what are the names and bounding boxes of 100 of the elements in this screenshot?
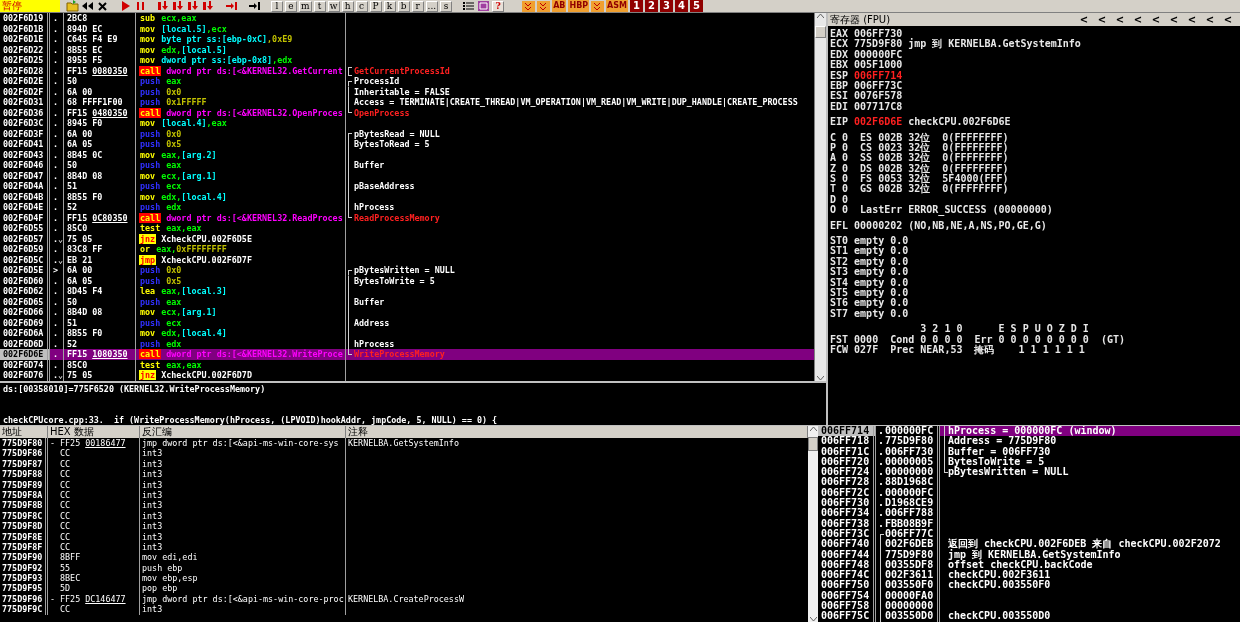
address-cell[interactable]: 002F6D66 bbox=[0, 307, 50, 318]
address-cell[interactable]: 775D9F89 bbox=[0, 479, 48, 490]
address-cell[interactable]: 006FF714 bbox=[818, 426, 876, 437]
address-cell[interactable]: 002F6D5E bbox=[0, 265, 50, 276]
register-value[interactable]: 006FF73C bbox=[854, 80, 903, 92]
address-cell[interactable]: 006FF734 bbox=[818, 508, 876, 519]
scrollbar[interactable] bbox=[808, 426, 818, 622]
address-cell[interactable]: 775D9F86 bbox=[0, 448, 48, 459]
address-cell[interactable]: 775D9F95 bbox=[0, 583, 48, 594]
address-cell[interactable]: 775D9F9C bbox=[0, 604, 48, 615]
scroll-down-icon[interactable] bbox=[809, 617, 817, 622]
address-cell[interactable]: 002F6D2E bbox=[0, 76, 50, 87]
plugin-icon[interactable] bbox=[537, 0, 551, 12]
address-cell[interactable]: 002F6D74 bbox=[0, 359, 50, 370]
address-cell[interactable]: 002F6D36 bbox=[0, 107, 50, 118]
step-icon[interactable] bbox=[157, 0, 170, 12]
window-button[interactable]: 5 bbox=[690, 0, 703, 12]
address-cell[interactable]: 002F6D62 bbox=[0, 286, 50, 297]
address-cell[interactable]: 002F6D59 bbox=[0, 244, 50, 255]
scrollbar-thumb[interactable] bbox=[808, 437, 818, 451]
register-value[interactable]: 005F1000 bbox=[854, 60, 903, 71]
column-header[interactable]: 反汇编 bbox=[140, 426, 346, 438]
collapse-button[interactable]: < bbox=[1075, 13, 1093, 26]
plugin-button[interactable]: ASM bbox=[606, 0, 628, 12]
register-value[interactable]: 007717C8 bbox=[854, 101, 903, 113]
address-cell[interactable]: 002F6D4E bbox=[0, 202, 50, 213]
window-button[interactable]: 1 bbox=[630, 0, 643, 12]
toolbar-button[interactable]: k bbox=[383, 0, 396, 12]
address-cell[interactable]: 002F6D55 bbox=[0, 223, 50, 234]
window-button[interactable]: 2 bbox=[645, 0, 658, 12]
address-cell[interactable]: 775D9F8B bbox=[0, 500, 48, 511]
register-value[interactable]: 000000FC bbox=[854, 49, 903, 61]
window-icon[interactable] bbox=[477, 0, 491, 12]
plugin-icon[interactable] bbox=[591, 0, 605, 12]
address-cell[interactable]: 002F6D6A bbox=[0, 328, 50, 339]
collapse-button[interactable]: < bbox=[1219, 13, 1237, 26]
collapse-button[interactable]: < bbox=[1111, 13, 1129, 26]
toolbar-button[interactable]: m bbox=[299, 0, 312, 12]
address-cell[interactable]: 002F6D1E bbox=[0, 34, 50, 45]
toolbar-button[interactable]: c bbox=[355, 0, 368, 12]
address-cell[interactable]: 775D9F8E bbox=[0, 531, 48, 542]
address-cell[interactable]: 775D9F93 bbox=[0, 573, 48, 584]
list-icon[interactable] bbox=[462, 0, 476, 12]
address-cell[interactable]: 775D9F8A bbox=[0, 489, 48, 501]
address-cell[interactable]: 002F6D60 bbox=[0, 275, 50, 286]
address-cell[interactable]: 002F6D25 bbox=[0, 55, 50, 66]
arrow-to-bar-icon[interactable] bbox=[248, 0, 261, 12]
register-value[interactable]: 775D9F80 bbox=[854, 39, 903, 50]
address-cell[interactable]: 002F6D46 bbox=[0, 160, 50, 171]
collapse-button[interactable]: < bbox=[1129, 13, 1147, 26]
address-cell[interactable]: 006FF72C bbox=[818, 487, 876, 499]
toolbar-button[interactable]: h bbox=[341, 0, 354, 12]
address-cell[interactable]: 002F6D57 bbox=[0, 233, 50, 244]
address-cell[interactable]: 775D9F8D bbox=[0, 521, 48, 532]
address-cell[interactable]: 002F6D41 bbox=[0, 139, 50, 150]
address-cell[interactable]: 006FF71C bbox=[818, 446, 876, 457]
register-value[interactable]: 006FF730 bbox=[854, 29, 903, 40]
address-cell[interactable]: 002F6D5C bbox=[0, 254, 50, 265]
window-button[interactable]: 3 bbox=[660, 0, 673, 12]
plugin-button[interactable]: HBP bbox=[568, 0, 590, 12]
step-icon[interactable] bbox=[187, 0, 200, 12]
address-cell[interactable]: 002F6D19 bbox=[0, 13, 50, 24]
scroll-up-icon[interactable] bbox=[809, 426, 817, 431]
address-cell[interactable]: 002F6D47 bbox=[0, 170, 50, 181]
plugin-button[interactable]: AB bbox=[552, 0, 567, 12]
address-cell[interactable]: 002F6D4F bbox=[0, 212, 50, 223]
toolbar-button[interactable]: P bbox=[369, 0, 382, 12]
address-cell[interactable]: 002F6D28 bbox=[0, 65, 50, 76]
scrollbar[interactable] bbox=[814, 13, 826, 381]
help-button[interactable]: ? bbox=[492, 0, 505, 12]
toolbar-button[interactable]: r bbox=[411, 0, 424, 12]
pause-icon[interactable] bbox=[134, 0, 147, 12]
address-cell[interactable]: 002F6D1B bbox=[0, 23, 50, 34]
address-cell[interactable]: 775D9F80 bbox=[0, 438, 48, 449]
address-cell[interactable]: 002F6D4A bbox=[0, 181, 50, 192]
toolbar-button[interactable]: s bbox=[440, 0, 453, 12]
address-cell[interactable]: 002F6D3C bbox=[0, 118, 50, 129]
address-cell[interactable]: 775D9F8C bbox=[0, 510, 48, 522]
address-cell[interactable]: 002F6D4B bbox=[0, 191, 50, 202]
address-cell[interactable]: 006FF720 bbox=[818, 456, 876, 468]
register-value[interactable]: 002F6D6E bbox=[854, 117, 903, 128]
step-icon[interactable] bbox=[202, 0, 215, 12]
address-cell[interactable]: 006FF728 bbox=[818, 477, 876, 488]
window-button[interactable]: 4 bbox=[675, 0, 688, 12]
scroll-up-icon[interactable] bbox=[817, 13, 824, 18]
address-cell[interactable]: 002F6D65 bbox=[0, 296, 50, 307]
address-cell[interactable]: 006FF730 bbox=[818, 498, 876, 509]
address-cell[interactable]: 002F6D43 bbox=[0, 149, 50, 160]
address-cell[interactable]: 775D9F88 bbox=[0, 469, 48, 480]
address-cell[interactable]: 002F6D2F bbox=[0, 86, 50, 97]
toolbar-button[interactable]: t bbox=[313, 0, 326, 12]
toolbar-button[interactable]: e bbox=[285, 0, 297, 12]
step-icon[interactable] bbox=[172, 0, 185, 12]
close-icon[interactable] bbox=[96, 0, 109, 12]
address-cell[interactable]: 775D9F90 bbox=[0, 552, 48, 563]
toolbar-button[interactable]: l bbox=[271, 0, 283, 12]
address-cell[interactable]: 775D9F87 bbox=[0, 458, 48, 470]
collapse-button[interactable]: < bbox=[1147, 13, 1165, 26]
collapse-button[interactable]: < bbox=[1201, 13, 1219, 26]
toolbar-button[interactable]: ... bbox=[425, 0, 439, 12]
